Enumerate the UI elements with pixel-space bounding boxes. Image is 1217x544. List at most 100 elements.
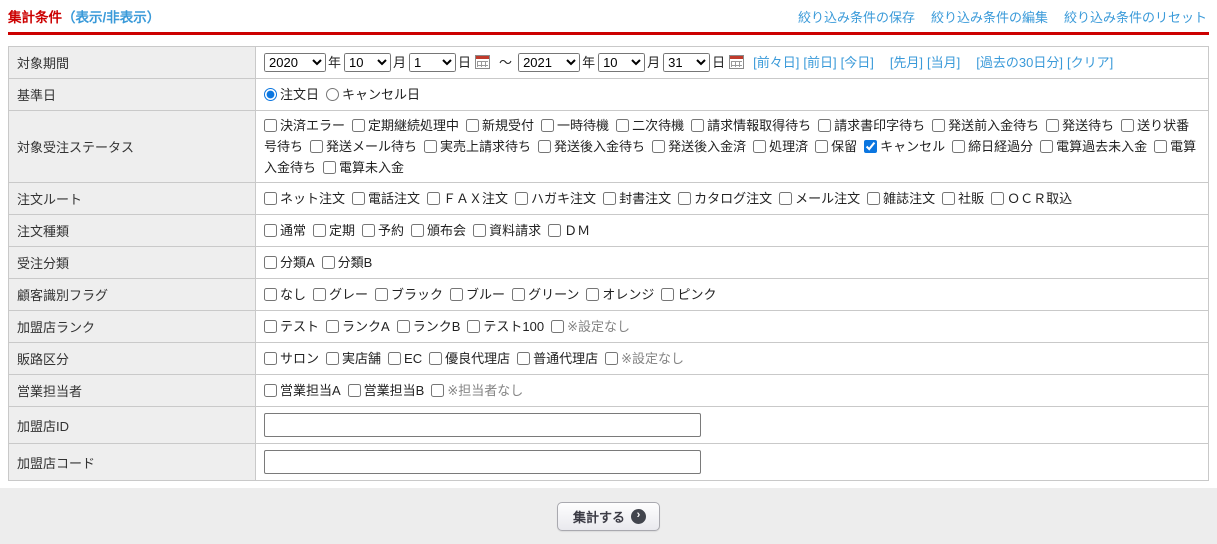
checkbox-input[interactable] bbox=[678, 192, 692, 205]
checkbox-option[interactable]: なし bbox=[264, 287, 306, 302]
checkbox-option[interactable]: 保留 bbox=[815, 139, 857, 154]
to-year-select[interactable]: 2021 bbox=[518, 53, 581, 72]
date-quick-link[interactable]: [前々日] bbox=[753, 55, 799, 70]
checkbox-option[interactable]: 社販 bbox=[942, 191, 984, 206]
checkbox-input[interactable] bbox=[991, 192, 1005, 205]
checkbox-option[interactable]: 二次待機 bbox=[616, 118, 684, 133]
date-quick-link[interactable]: [過去の30日分] bbox=[976, 55, 1063, 70]
checkbox-option[interactable]: 分類B bbox=[321, 255, 372, 270]
checkbox-option[interactable]: ピンク bbox=[661, 287, 716, 302]
checkbox-option[interactable]: 頒布会 bbox=[411, 223, 466, 238]
date-quick-link[interactable]: [当月] bbox=[927, 55, 960, 70]
checkbox-option[interactable]: 営業担当B bbox=[347, 383, 424, 398]
checkbox-option[interactable]: 定期 bbox=[313, 223, 355, 238]
checkbox-option[interactable]: EC bbox=[388, 351, 422, 366]
checkbox-input[interactable] bbox=[352, 119, 366, 132]
checkbox-option[interactable]: 処理済 bbox=[753, 139, 808, 154]
date-quick-link[interactable]: [先月] bbox=[890, 55, 923, 70]
checkbox-input[interactable] bbox=[424, 140, 438, 153]
checkbox-option[interactable]: 実店舗 bbox=[326, 351, 381, 366]
checkbox-option[interactable]: 発送後入金済 bbox=[652, 139, 746, 154]
checkbox-input[interactable] bbox=[818, 119, 832, 132]
checkbox-input[interactable] bbox=[515, 192, 529, 205]
checkbox-input[interactable] bbox=[362, 224, 376, 237]
radio-option[interactable]: 注文日 bbox=[264, 87, 319, 102]
checkbox-input[interactable] bbox=[603, 192, 617, 205]
checkbox-input[interactable] bbox=[431, 384, 445, 397]
checkbox-option[interactable]: 予約 bbox=[362, 223, 404, 238]
checkbox-option[interactable]: ランクA bbox=[326, 319, 390, 334]
checkbox-input[interactable] bbox=[326, 352, 340, 365]
to-month-select[interactable]: 10 bbox=[598, 53, 646, 72]
to-day-select[interactable]: 31 bbox=[663, 53, 711, 72]
checkbox-input[interactable] bbox=[548, 224, 562, 237]
checkbox-option[interactable]: ネット注文 bbox=[264, 191, 345, 206]
checkbox-option[interactable]: 分類A bbox=[264, 255, 315, 270]
checkbox-input[interactable] bbox=[310, 140, 324, 153]
checkbox-input[interactable] bbox=[264, 320, 277, 333]
checkbox-input[interactable] bbox=[551, 320, 565, 333]
checkbox-option[interactable]: グレー bbox=[313, 287, 368, 302]
checkbox-input[interactable] bbox=[352, 192, 366, 205]
aggregate-button[interactable]: 集計する › bbox=[556, 501, 660, 531]
checkbox-input[interactable] bbox=[467, 320, 481, 333]
checkbox-input[interactable] bbox=[1121, 119, 1135, 132]
checkbox-option[interactable]: 封書注文 bbox=[603, 191, 671, 206]
checkbox-option[interactable]: 新規受付 bbox=[466, 118, 534, 133]
checkbox-input[interactable] bbox=[396, 320, 410, 333]
checkbox-option[interactable]: 雑誌注文 bbox=[867, 191, 935, 206]
checkbox-input[interactable] bbox=[326, 320, 340, 333]
checkbox-input[interactable] bbox=[779, 192, 793, 205]
checkbox-input[interactable] bbox=[321, 256, 335, 269]
checkbox-option[interactable]: オレンジ bbox=[586, 287, 654, 302]
checkbox-input[interactable] bbox=[264, 192, 277, 205]
checkbox-option[interactable]: ※設定なし bbox=[551, 319, 630, 334]
radio-input[interactable] bbox=[326, 88, 340, 101]
checkbox-input[interactable] bbox=[313, 224, 327, 237]
checkbox-input[interactable] bbox=[538, 140, 552, 153]
checkbox-input[interactable] bbox=[952, 140, 966, 153]
from-month-select[interactable]: 10 bbox=[344, 53, 392, 72]
date-quick-link[interactable]: [クリア] bbox=[1067, 55, 1113, 70]
reset-filter-link[interactable]: 絞り込み条件のリセット bbox=[1064, 7, 1207, 26]
checkbox-option[interactable]: 定期継続処理中 bbox=[352, 118, 459, 133]
checkbox-option[interactable]: ブラック bbox=[375, 287, 443, 302]
checkbox-option[interactable]: 請求情報取得待ち bbox=[691, 118, 811, 133]
from-day-select[interactable]: 1 bbox=[409, 53, 457, 72]
checkbox-option[interactable]: ブルー bbox=[450, 287, 505, 302]
checkbox-input[interactable] bbox=[466, 119, 480, 132]
checkbox-option[interactable]: 電算未入金 bbox=[323, 160, 404, 175]
checkbox-option[interactable]: サロン bbox=[264, 351, 319, 366]
checkbox-input[interactable] bbox=[323, 161, 337, 174]
radio-input[interactable] bbox=[264, 88, 277, 101]
checkbox-input[interactable] bbox=[691, 119, 705, 132]
checkbox-option[interactable]: 発送メール待ち bbox=[310, 139, 417, 154]
checkbox-option[interactable]: 一時待機 bbox=[541, 118, 609, 133]
checkbox-option[interactable]: メール注文 bbox=[779, 191, 860, 206]
checkbox-input[interactable] bbox=[429, 352, 443, 365]
checkbox-option[interactable]: 発送待ち bbox=[1046, 118, 1114, 133]
checkbox-input[interactable] bbox=[864, 140, 878, 153]
checkbox-input[interactable] bbox=[264, 256, 277, 269]
checkbox-option[interactable]: 電話注文 bbox=[352, 191, 420, 206]
checkbox-input[interactable] bbox=[264, 119, 277, 132]
checkbox-option[interactable]: ※担当者なし bbox=[431, 383, 523, 398]
checkbox-input[interactable] bbox=[512, 288, 526, 301]
checkbox-input[interactable] bbox=[411, 224, 425, 237]
checkbox-input[interactable] bbox=[541, 119, 555, 132]
text-field-11[interactable] bbox=[264, 450, 701, 474]
edit-filter-link[interactable]: 絞り込み条件の編集 bbox=[931, 7, 1048, 26]
checkbox-option[interactable]: 決済エラー bbox=[264, 118, 345, 133]
checkbox-option[interactable]: テスト100 bbox=[467, 319, 544, 334]
checkbox-input[interactable] bbox=[264, 384, 277, 397]
checkbox-option[interactable]: ＤＭ bbox=[548, 223, 590, 238]
checkbox-option[interactable]: グリーン bbox=[512, 287, 579, 302]
checkbox-input[interactable] bbox=[586, 288, 600, 301]
checkbox-option[interactable]: 優良代理店 bbox=[429, 351, 510, 366]
checkbox-input[interactable] bbox=[450, 288, 464, 301]
checkbox-input[interactable] bbox=[605, 352, 619, 365]
radio-option[interactable]: キャンセル日 bbox=[326, 87, 420, 102]
checkbox-input[interactable] bbox=[347, 384, 361, 397]
date-quick-link[interactable]: [前日] bbox=[803, 55, 836, 70]
checkbox-input[interactable] bbox=[375, 288, 389, 301]
